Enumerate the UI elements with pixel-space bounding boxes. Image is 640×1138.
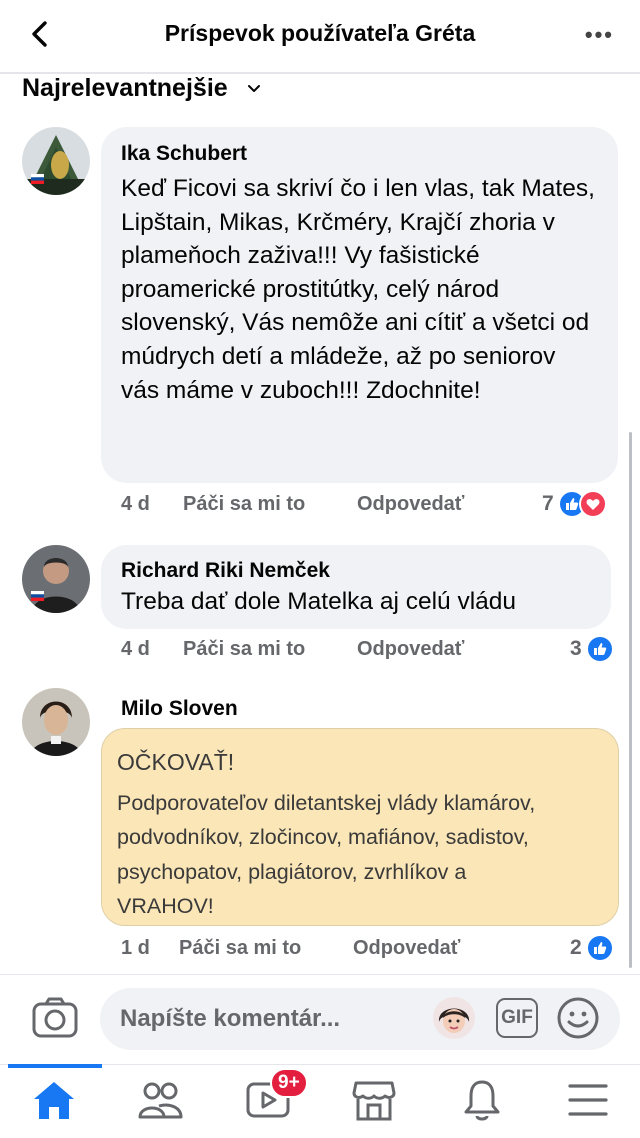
tab-marketplace[interactable] — [350, 1076, 398, 1124]
flag-icon — [31, 591, 44, 601]
sort-dropdown[interactable]: Najrelevantnejšie — [22, 72, 262, 104]
reactions-summary[interactable]: 3 — [570, 635, 614, 663]
top-bar: Príspevok používateľa Gréta ••• — [0, 0, 640, 70]
bell-icon — [464, 1080, 500, 1121]
tab-friends[interactable] — [136, 1076, 184, 1124]
like-button[interactable]: Páči sa mi to — [179, 937, 353, 960]
home-icon — [34, 1082, 74, 1119]
comment-author[interactable]: Richard Riki Nemček — [121, 559, 591, 583]
comment-bubble[interactable]: Richard Riki Nemček Treba dať dole Matel… — [101, 545, 611, 629]
tab-bar — [0, 1064, 640, 1138]
comment-actions: 4 d Páči sa mi to Odpovedať — [121, 493, 464, 516]
reaction-count: 3 — [570, 637, 582, 660]
camera-icon[interactable] — [32, 996, 78, 1038]
comment-age: 4 d — [121, 638, 150, 660]
menu-icon — [568, 1084, 608, 1116]
reactions-summary[interactable]: 7 — [542, 490, 607, 518]
comment-text-end: VRAHOV! — [117, 894, 214, 918]
notification-badge: 9+ — [270, 1068, 308, 1098]
comment-input[interactable] — [100, 988, 620, 1050]
reactions-summary[interactable]: 2 — [570, 934, 614, 962]
scrollbar[interactable] — [629, 432, 632, 968]
active-tab-indicator — [8, 1064, 102, 1068]
comment-age: 4 d — [121, 493, 150, 515]
chevron-down-icon — [247, 85, 260, 92]
more-icon[interactable]: ••• — [585, 22, 614, 48]
reply-button[interactable]: Odpovedať — [353, 937, 460, 960]
love-reaction-icon — [578, 490, 607, 518]
tab-notifications[interactable] — [458, 1076, 506, 1124]
comment-bubble[interactable]: Ika Schubert Keď Ficovi sa skriví čo i l… — [101, 127, 618, 483]
comment-actions: 4 d Páči sa mi to Odpovedať — [121, 638, 464, 661]
tab-home[interactable] — [30, 1076, 78, 1124]
sort-label: Najrelevantnejšie — [22, 73, 228, 102]
marketplace-icon — [352, 1081, 396, 1121]
like-reaction-icon — [585, 934, 614, 962]
flag-icon — [31, 174, 44, 184]
comment-text: Podporovateľov diletantskej vlády klamár… — [117, 790, 536, 884]
comment-text-title: OČKOVAŤ! — [117, 749, 235, 775]
comment-bubble-highlighted[interactable]: OČKOVAŤ! Podporovateľov diletantskej vlá… — [101, 728, 619, 926]
comment-author[interactable]: Milo Sloven — [121, 697, 238, 721]
reply-button[interactable]: Odpovedať — [357, 493, 464, 516]
page-title: Príspevok používateľa Gréta — [164, 20, 476, 46]
like-button[interactable]: Páči sa mi to — [183, 493, 357, 516]
smiley-icon[interactable] — [556, 996, 600, 1040]
avatar[interactable] — [22, 545, 90, 613]
like-button[interactable]: Páči sa mi to — [183, 638, 357, 661]
tab-menu[interactable] — [564, 1076, 612, 1124]
comment-author[interactable]: Ika Schubert — [121, 142, 598, 166]
reaction-count: 7 — [542, 492, 554, 515]
avatar[interactable] — [22, 127, 90, 195]
comment-text: Keď Ficovi sa skriví čo i len vlas, tak … — [121, 175, 595, 404]
like-reaction-icon — [585, 635, 614, 663]
comment-age: 1 d — [121, 937, 150, 959]
gif-icon[interactable]: GIF — [496, 998, 538, 1038]
reaction-count: 2 — [570, 936, 582, 959]
friends-icon — [138, 1082, 183, 1119]
reply-button[interactable]: Odpovedať — [357, 638, 464, 661]
comment-text: Treba dať dole Matelka aj celú vládu — [121, 588, 517, 615]
avatar[interactable] — [22, 688, 90, 756]
comment-actions: 1 d Páči sa mi to Odpovedať — [121, 937, 460, 960]
avatar-emoji-icon[interactable] — [432, 996, 476, 1040]
